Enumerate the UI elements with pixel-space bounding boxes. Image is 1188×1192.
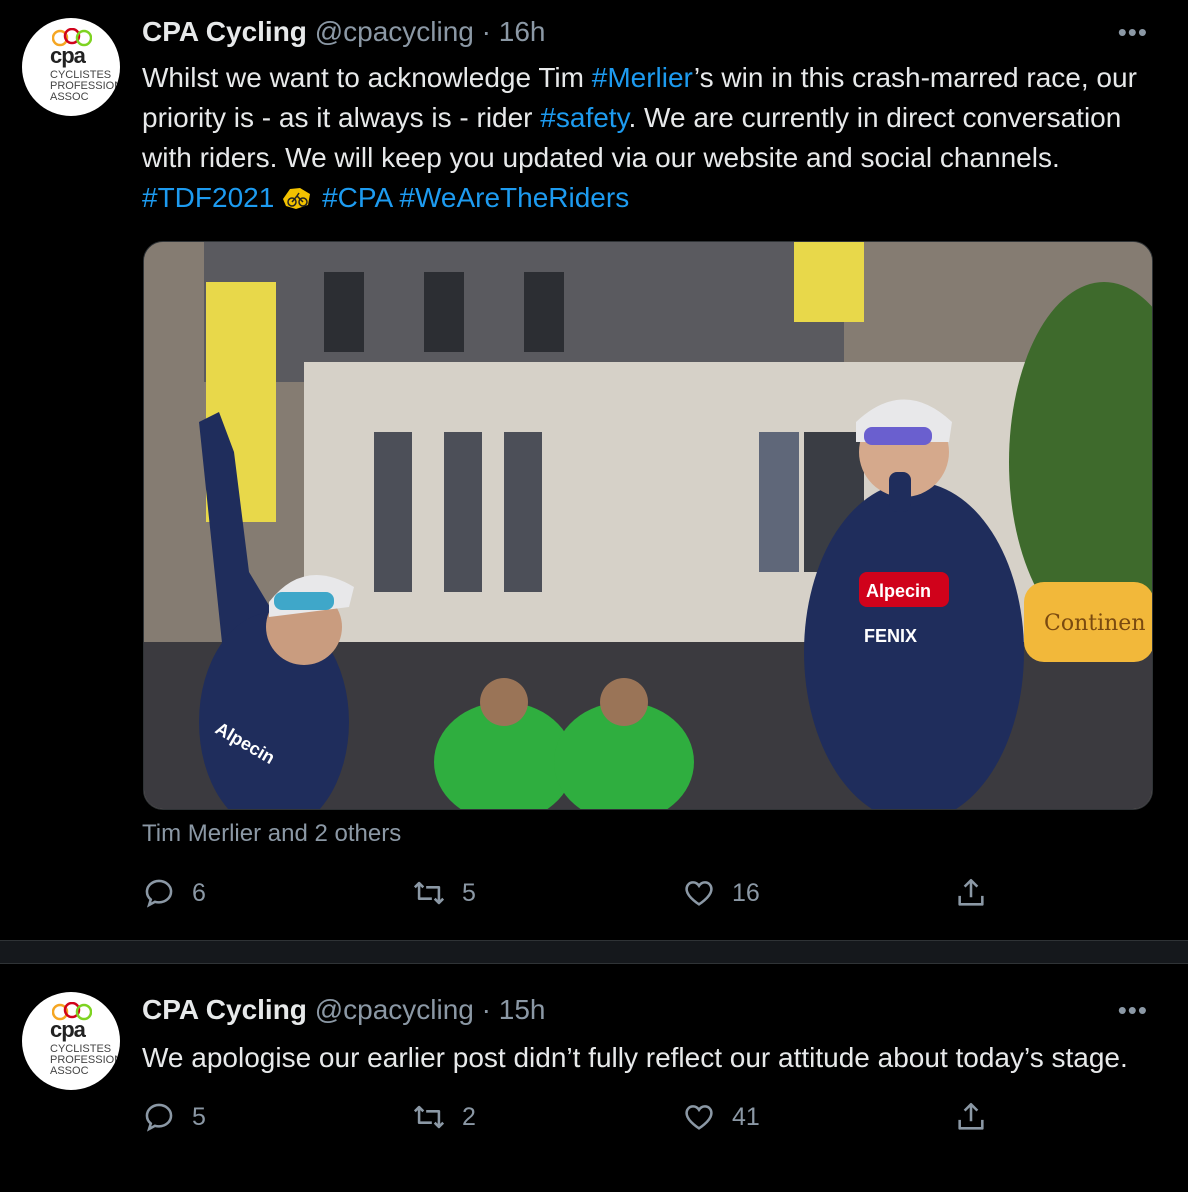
- hashtag-link[interactable]: #WeAreTheRiders: [399, 182, 629, 213]
- like-count: 16: [732, 878, 760, 907]
- like-button[interactable]: 41: [682, 1100, 760, 1134]
- reply-icon: [145, 879, 173, 908]
- retweet-icon: [413, 881, 445, 905]
- avatar-subtitle: CYCLISTES PROFESSIONNELS ASSOC: [50, 69, 120, 103]
- tweet-actions: 6 5 16: [142, 876, 1148, 916]
- author-handle[interactable]: @cpacycling: [315, 16, 474, 47]
- media-tags-caption[interactable]: Tim Merlier and 2 others: [142, 820, 401, 848]
- like-count: 41: [732, 1102, 760, 1131]
- tweet[interactable]: cpa CYCLISTES PROFESSIONNELS ASSOC CPA C…: [0, 964, 1188, 1192]
- retweet-count: 2: [462, 1102, 476, 1131]
- more-options-icon[interactable]: •••: [1118, 19, 1148, 45]
- cyclists-finish-photo: Continen Alpecin Alpecin FENIX: [144, 242, 1152, 809]
- tweet-text: Whilst we want to acknowledge Tim #Merli…: [142, 62, 1137, 213]
- retweet-count: 5: [462, 878, 476, 907]
- hashtag-link[interactable]: #CPA: [322, 182, 392, 213]
- tweet-header: CPA Cycling @cpacycling · 15h: [142, 994, 545, 1026]
- reply-count: 6: [192, 878, 206, 907]
- tweet-time[interactable]: 15h: [499, 994, 546, 1025]
- timeline-divider: [0, 940, 1188, 964]
- share-icon: [958, 1102, 984, 1130]
- heart-icon: [685, 1105, 713, 1130]
- share-button[interactable]: [954, 876, 988, 910]
- avatar[interactable]: cpa CYCLISTES PROFESSIONNELS ASSOC: [22, 992, 120, 1090]
- reply-count: 5: [192, 1102, 206, 1131]
- avatar[interactable]: cpa CYCLISTES PROFESSIONNELS ASSOC: [22, 18, 120, 116]
- reply-icon: [145, 1103, 173, 1132]
- tweet-actions: 5 2 41: [142, 1100, 1148, 1140]
- author-name[interactable]: CPA Cycling: [142, 16, 307, 47]
- avatar-brand: cpa: [50, 1017, 86, 1042]
- retweet-icon: [413, 1105, 445, 1129]
- tweet-header: CPA Cycling @cpacycling · 16h: [142, 16, 545, 48]
- heart-icon: [685, 881, 713, 906]
- jersey-text: FENIX: [864, 626, 917, 646]
- share-icon: [958, 878, 984, 906]
- author-name[interactable]: CPA Cycling: [142, 994, 307, 1025]
- like-button[interactable]: 16: [682, 876, 760, 910]
- avatar-brand: cpa: [50, 43, 86, 68]
- author-handle[interactable]: @cpacycling: [315, 994, 474, 1025]
- tdf-cyclist-emoji-icon: [283, 188, 311, 209]
- hashtag-link[interactable]: #TDF2021: [142, 182, 274, 213]
- tweet-photo[interactable]: Continen Alpecin Alpecin FENIX: [143, 241, 1153, 810]
- hashtag-link[interactable]: #Merlier: [592, 62, 694, 93]
- banner-text: Continen: [1044, 611, 1145, 636]
- reply-button[interactable]: 5: [142, 1100, 206, 1134]
- separator: ·: [481, 994, 491, 1025]
- tweet-text: We apologise our earlier post didn’t ful…: [142, 1042, 1128, 1073]
- jersey-text: Alpecin: [866, 581, 931, 601]
- retweet-button[interactable]: 5: [412, 876, 476, 910]
- share-button[interactable]: [954, 1100, 988, 1134]
- separator: ·: [481, 16, 491, 47]
- tweet[interactable]: cpa CYCLISTES PROFESSIONNELS ASSOC CPA C…: [0, 0, 1188, 940]
- avatar-subtitle: CYCLISTES PROFESSIONNELS ASSOC: [50, 1043, 120, 1077]
- hashtag-link[interactable]: #safety: [540, 102, 628, 133]
- reply-button[interactable]: 6: [142, 876, 206, 910]
- tweet-time[interactable]: 16h: [499, 16, 546, 47]
- more-options-icon[interactable]: •••: [1118, 997, 1148, 1023]
- retweet-button[interactable]: 2: [412, 1100, 476, 1134]
